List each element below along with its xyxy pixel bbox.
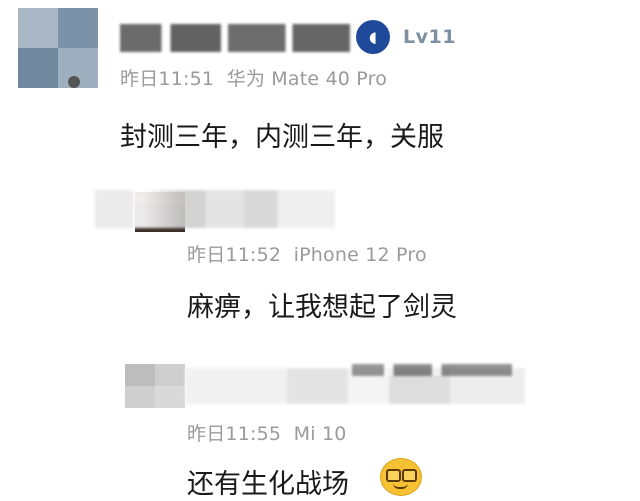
avatar[interactable] [125,364,185,408]
comment-meta: 昨日11:52 iPhone 12 Pro [187,240,427,267]
playstation-badge-icon: ◖ [356,20,390,54]
comment-text[interactable]: 封测三年，内测三年，关服 [120,115,444,154]
comment-meta: 昨日11:55 Mi 10 [187,419,347,446]
comment-time: 昨日11:52 [187,244,282,266]
comment-time: 昨日11:55 [187,423,282,445]
avatar[interactable] [18,8,98,88]
comment-text[interactable]: 麻痹，让我想起了剑灵 [187,285,457,324]
comment-text[interactable]: 还有生化战场 [187,462,349,501]
comment-meta: 昨日11:51 华为 Mate 40 Pro [120,64,387,91]
level-label: Lv11 [403,26,456,48]
comment-device: Mi 10 [293,423,347,445]
comment-device: 华为 Mate 40 Pro [226,68,388,90]
username-blurred[interactable] [120,24,350,52]
grinning-emoji-icon [380,458,422,496]
comment-device: iPhone 12 Pro [293,244,427,266]
comment-time: 昨日11:51 [120,68,215,90]
username-blurred-text [352,364,512,376]
username-blurred[interactable] [95,190,335,228]
